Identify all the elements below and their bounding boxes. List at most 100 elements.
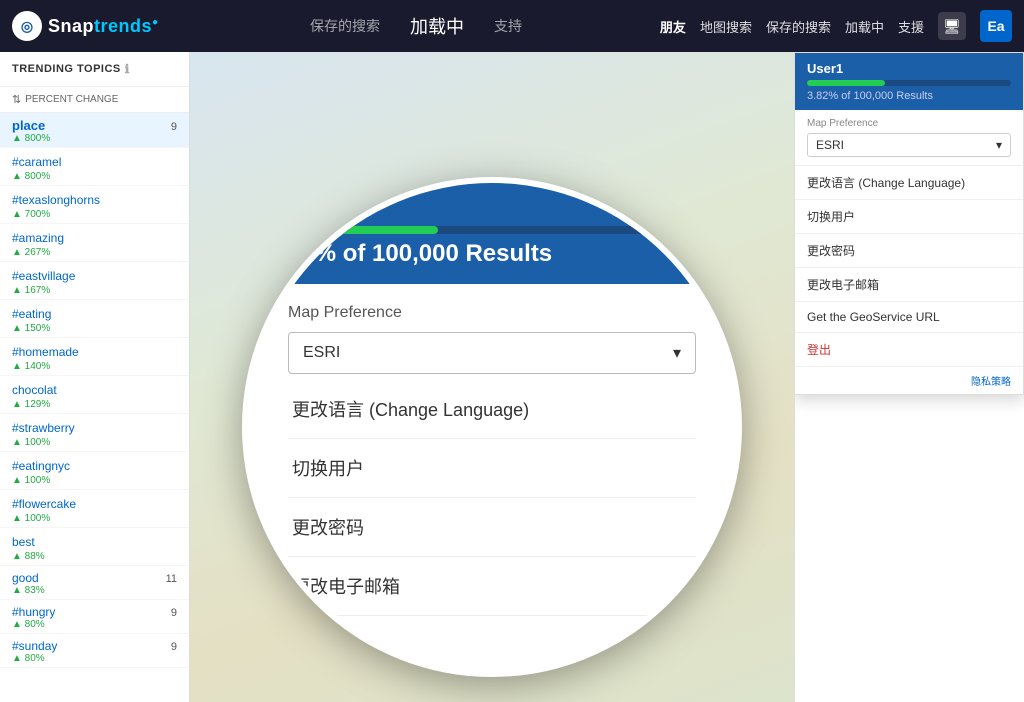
trending-topics-header: TRENDING TOPICS ℹ xyxy=(0,52,189,87)
topic-name: #caramel xyxy=(12,155,61,169)
center-map-area: User1 3.82% of 100,000 Results Map Prefe… xyxy=(190,52,794,702)
change-password-item[interactable]: 更改密码 xyxy=(288,498,696,557)
dropdown-esri-value: ESRI xyxy=(816,138,844,152)
nav-friends[interactable]: 朋友 xyxy=(660,17,686,36)
app-name: Snaptrends● xyxy=(48,16,159,37)
dropdown-results: 3.82% of 100,000 Results xyxy=(807,90,1011,102)
topic-percent: ▲ 100% xyxy=(12,437,177,448)
nav-support[interactable]: 支持 xyxy=(494,16,522,36)
dropdown-header: User1 3.82% of 100,000 Results xyxy=(795,53,1023,110)
dropdown-overlay: User1 3.82% of 100,000 Results Map Prefe… xyxy=(794,52,1024,395)
topic-name: #eating xyxy=(12,307,51,321)
user-avatar-btn[interactable]: Ea xyxy=(980,10,1012,42)
trending-topics-sidebar: TRENDING TOPICS ℹ ⇅ PERCENT CHANGE place… xyxy=(0,52,190,702)
topic-count: 9 xyxy=(171,121,177,133)
topic-name: #eatingnyc xyxy=(12,459,70,473)
topic-percent: ▲ 129% xyxy=(12,399,177,410)
list-item[interactable]: good 11 ▲ 83% xyxy=(0,566,189,600)
dropdown-change-pwd[interactable]: 更改密码 xyxy=(795,234,1023,268)
topic-name: #flowercake xyxy=(12,497,76,511)
dropdown-username: User1 xyxy=(807,61,1011,76)
topic-percent: ▲ 100% xyxy=(12,475,177,486)
nav-saving-search[interactable]: 保存的搜索 xyxy=(310,16,380,36)
change-language-item[interactable]: 更改语言 (Change Language) xyxy=(288,380,696,439)
topic-name: #hungry xyxy=(12,605,55,619)
topic-count: 11 xyxy=(166,573,177,585)
dropdown-arrow-icon: ▾ xyxy=(673,343,681,363)
nav-join[interactable]: 加载中 xyxy=(845,17,884,36)
topic-name: best xyxy=(12,535,35,549)
magnify-circle: User1 3.82% of 100,000 Results Map Prefe… xyxy=(242,177,742,677)
esri-value: ESRI xyxy=(303,344,340,362)
list-item[interactable]: #sunday 9 ▲ 80% xyxy=(0,634,189,668)
list-item[interactable]: best ▲ 88% xyxy=(0,528,189,566)
topic-count: 9 xyxy=(171,607,177,619)
map-pref-section: Map Preference ESRI ▾ 更改语言 (Change Langu… xyxy=(284,284,700,616)
topic-percent: ▲ 800% xyxy=(12,171,177,182)
topic-percent: ▲ 150% xyxy=(12,323,177,334)
logo-icon: ◎ xyxy=(12,11,42,41)
nav-map-search[interactable]: 地图搜索 xyxy=(700,17,752,36)
nav-right: 朋友 地图搜索 保存的搜索 加载中 支援 🖥 Ea xyxy=(660,10,1012,42)
topic-name: good xyxy=(12,571,39,585)
topic-name: chocolat xyxy=(12,383,57,397)
magnify-content: User1 3.82% of 100,000 Results Map Prefe… xyxy=(248,183,736,671)
dropdown-esri-select[interactable]: ESRI ▾ xyxy=(807,133,1011,157)
topic-name: #sunday xyxy=(12,639,57,653)
filter-icon: ⇅ xyxy=(12,93,21,106)
dropdown-progress-bar-fill xyxy=(807,80,885,86)
topic-percent: ▲ 88% xyxy=(12,551,177,562)
dropdown-geoservice[interactable]: Get the GeoService URL xyxy=(795,302,1023,333)
dropdown-select-arrow: ▾ xyxy=(996,138,1002,152)
nav-center: 保存的搜索 加载中 支持 xyxy=(172,13,660,39)
dropdown-logout[interactable]: 登出 xyxy=(795,333,1023,367)
info-icon: ℹ xyxy=(125,62,130,76)
topic-name: #texaslonghorns xyxy=(12,193,100,207)
list-item[interactable]: #eatingnyc ▲ 100% xyxy=(0,452,189,490)
topic-item-place[interactable]: place 9 ▲ 800% xyxy=(0,113,189,148)
list-item[interactable]: chocolat ▲ 129% xyxy=(0,376,189,414)
topic-percent: ▲ 100% xyxy=(12,513,177,524)
topic-name: #eastvillage xyxy=(12,269,75,283)
list-item[interactable]: #caramel ▲ 800% xyxy=(0,148,189,186)
topic-percent: ▲ 80% xyxy=(12,653,177,664)
topic-name: #amazing xyxy=(12,231,64,245)
topic-name: #strawberry xyxy=(12,421,75,435)
topic-percent: ▲ 140% xyxy=(12,361,177,372)
list-item[interactable]: #strawberry ▲ 100% xyxy=(0,414,189,452)
topic-name: #homemade xyxy=(12,345,79,359)
list-item[interactable]: #eastvillage ▲ 167% xyxy=(0,262,189,300)
list-item[interactable]: #texaslonghorns ▲ 700% xyxy=(0,186,189,224)
nav-saved-search[interactable]: 保存的搜索 xyxy=(766,17,831,36)
topic-percent: ▲ 167% xyxy=(12,285,177,296)
list-item[interactable]: #eating ▲ 150% xyxy=(0,300,189,338)
top-nav: ◎ Snaptrends● 保存的搜索 加载中 支持 朋友 地图搜索 保存的搜索… xyxy=(0,0,1024,52)
sort-row[interactable]: ⇅ PERCENT CHANGE xyxy=(0,87,189,113)
dropdown-change-lang[interactable]: 更改语言 (Change Language) xyxy=(795,166,1023,200)
logo-area: ◎ Snaptrends● xyxy=(12,11,172,41)
topic-percent: ▲ 700% xyxy=(12,209,177,220)
list-item[interactable]: #amazing ▲ 267% xyxy=(0,224,189,262)
dropdown-switch-user[interactable]: 切换用户 xyxy=(795,200,1023,234)
main-content: TRENDING TOPICS ℹ ⇅ PERCENT CHANGE place… xyxy=(0,52,1024,702)
user1-results: 3.82% of 100,000 Results xyxy=(268,240,716,268)
esri-select[interactable]: ESRI ▾ xyxy=(288,332,696,374)
dropdown-change-email[interactable]: 更改电子邮箱 xyxy=(795,268,1023,302)
list-item[interactable]: #flowercake ▲ 100% xyxy=(0,490,189,528)
change-email-item[interactable]: 更改电子邮箱 xyxy=(288,557,696,616)
switch-user-item[interactable]: 切换用户 xyxy=(288,439,696,498)
topic-name: place xyxy=(12,118,45,133)
people-sidebar: EW PEOPLE ℹ Danny 📷 maltagoya1 💬 crok ch… xyxy=(794,52,1024,702)
sort-label: PERCENT CHANGE xyxy=(25,94,118,105)
trending-topics-title: TRENDING TOPICS xyxy=(12,63,121,75)
dropdown-progress-bar-bg xyxy=(807,80,1011,86)
list-item[interactable]: #homemade ▲ 140% xyxy=(0,338,189,376)
list-item[interactable]: #hungry 9 ▲ 80% xyxy=(0,600,189,634)
nav-loading: 加载中 xyxy=(410,13,464,39)
topic-percent: ▲ 83% xyxy=(12,585,177,596)
nav-support2[interactable]: 支援 xyxy=(898,17,924,36)
topic-percent: ▲ 267% xyxy=(12,247,177,258)
monitor-icon: 🖥 xyxy=(943,18,961,35)
dropdown-privacy[interactable]: 隐私策略 xyxy=(795,367,1023,394)
monitor-icon-btn[interactable]: 🖥 xyxy=(938,12,966,40)
